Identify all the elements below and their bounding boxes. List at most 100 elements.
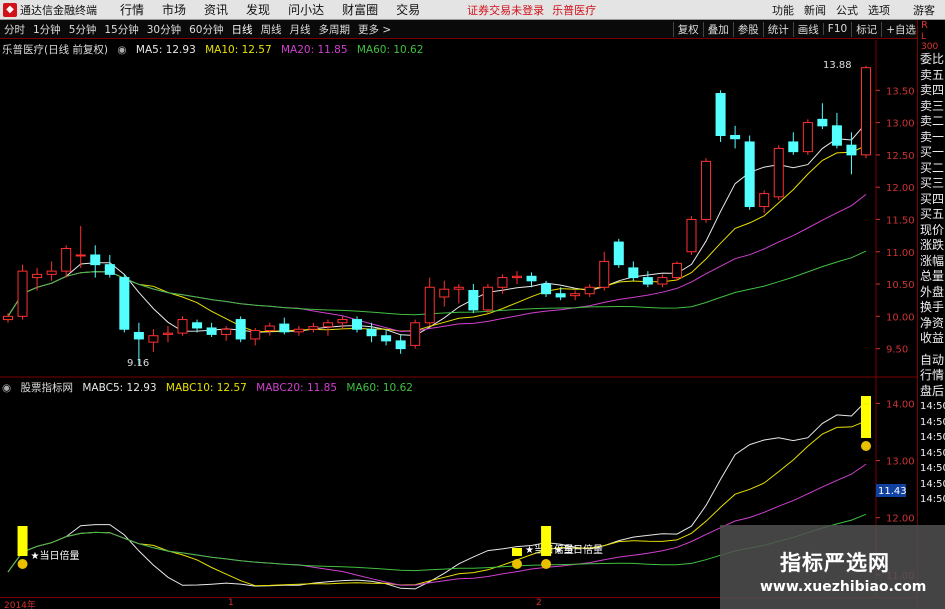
candle-bar [104, 254, 115, 278]
quote-side-panel: R L 300 委比 卖五 卖四 卖三 卖二 卖一 买一 买二 买三 买四 买五 现价 涨跌 涨幅 总量 外盘… [917, 20, 945, 609]
candle-body [410, 322, 421, 346]
candle-bar [831, 112, 842, 149]
candle-body [468, 290, 479, 311]
candle-bar [235, 316, 246, 343]
candle-bar [642, 271, 653, 288]
panel-row-0[interactable]: 自动 [918, 353, 945, 369]
price-tick-label: 12.00 [886, 183, 915, 194]
candle-body [628, 267, 639, 279]
candle-body [250, 330, 261, 340]
candle-bar [424, 277, 435, 327]
candle-bar [17, 264, 28, 320]
signal-label: ★当日倍量 [554, 543, 603, 556]
candle-body [584, 286, 595, 295]
candle-body [511, 275, 522, 279]
watermark-url: www.xuezhibiao.com [760, 579, 927, 595]
candle-bar [613, 238, 624, 268]
panel-row-6: 14:50 [920, 447, 945, 459]
panel-row-2[interactable]: 盘后 [918, 384, 945, 400]
candle-bar [671, 261, 682, 281]
candle-bar [715, 90, 726, 142]
candle-bar [439, 280, 450, 307]
quote-field-3: 卖三 [920, 98, 945, 113]
candle-body [497, 277, 508, 288]
candle-body [817, 118, 828, 127]
candle-bar [32, 267, 43, 291]
quote-field-16: 换手 [920, 300, 945, 314]
candle-body [453, 286, 464, 290]
quote-field-8: 买三 [920, 176, 945, 190]
candle-bar [279, 317, 290, 335]
candle-body [192, 322, 203, 329]
candle-bar [381, 329, 392, 346]
quote-field-6: 买一 [920, 145, 945, 159]
signal-bar [861, 396, 871, 438]
candle-body [642, 277, 653, 285]
candle-body [381, 335, 392, 342]
candle-bar [308, 322, 319, 333]
candle-bar [744, 135, 755, 210]
quote-field-0: 委比 [920, 52, 945, 66]
candle-body [613, 241, 624, 266]
signal-label: ★当日倍量 [31, 549, 80, 562]
quote-field-17: 净资 [920, 315, 945, 330]
price-tick-label: 10.00 [886, 312, 915, 323]
kline-chart[interactable]: 13.50 13.00 12.50 12.00 11.50 11.00 10.50 10.00… [0, 0, 917, 597]
current-value-label: 11.43 [878, 486, 907, 497]
candle-body [322, 322, 333, 328]
signal-bar [541, 526, 552, 556]
candle-bar [162, 326, 173, 343]
quote-field-5: 卖一 [920, 129, 945, 144]
signal-bar [511, 548, 522, 556]
candle-body [46, 270, 57, 275]
candle-body [61, 248, 72, 272]
candle-body [395, 340, 406, 350]
candle-body [221, 328, 232, 335]
candle-bar [570, 290, 581, 301]
ma10-line [7, 145, 867, 333]
candle-bar [846, 132, 857, 175]
quote-field-14: 总量 [920, 269, 945, 283]
candle-bar [701, 158, 712, 223]
price-tick-label: 11.00 [886, 248, 915, 259]
price-tick-label: 9.50 [886, 345, 908, 356]
panel-tab-l[interactable]: R [918, 20, 945, 32]
candle-bar [773, 145, 784, 201]
panel-tab-r[interactable]: L 300 [918, 32, 945, 52]
panel-row-8: 14:50 [920, 478, 945, 490]
watermark-title: 指标严选网 [780, 551, 890, 575]
candle-body [846, 144, 857, 156]
candle-body [526, 275, 537, 282]
candle-body [715, 93, 726, 137]
panel-row-9: 14:50 [920, 494, 945, 505]
candle-bar [61, 245, 72, 278]
candle-body [686, 218, 697, 253]
candle-body [235, 319, 246, 340]
date-label-month1: 1 [228, 598, 234, 608]
quote-field-12: 涨跌 [920, 238, 945, 252]
candle-body [308, 326, 319, 330]
candle-body [352, 319, 363, 330]
price-tick-label: 13.50 [886, 86, 915, 97]
candle-bar [293, 326, 304, 336]
candle-bar [2, 313, 14, 323]
candle-bar [46, 261, 57, 281]
candle-bar [526, 272, 537, 288]
smiley-icon [861, 441, 871, 451]
candle-bar [366, 322, 377, 343]
panel-row-1[interactable]: 行情 [918, 368, 945, 384]
panel-row-5: 14:50 [920, 432, 945, 443]
smiley-icon [541, 559, 552, 569]
candle-body [671, 262, 682, 279]
quote-field-9: 买四 [920, 191, 945, 206]
candle-bar [250, 327, 261, 346]
signal-bar [17, 526, 28, 556]
candle-bar [817, 103, 828, 130]
smiley-icon [511, 559, 522, 569]
price-tick-label: 10.50 [886, 280, 915, 291]
candle-body [773, 147, 784, 198]
candle-bar [482, 284, 493, 314]
candle-bar [860, 65, 872, 159]
candle-body [424, 286, 435, 324]
price-tick-label: 12.50 [886, 151, 915, 162]
